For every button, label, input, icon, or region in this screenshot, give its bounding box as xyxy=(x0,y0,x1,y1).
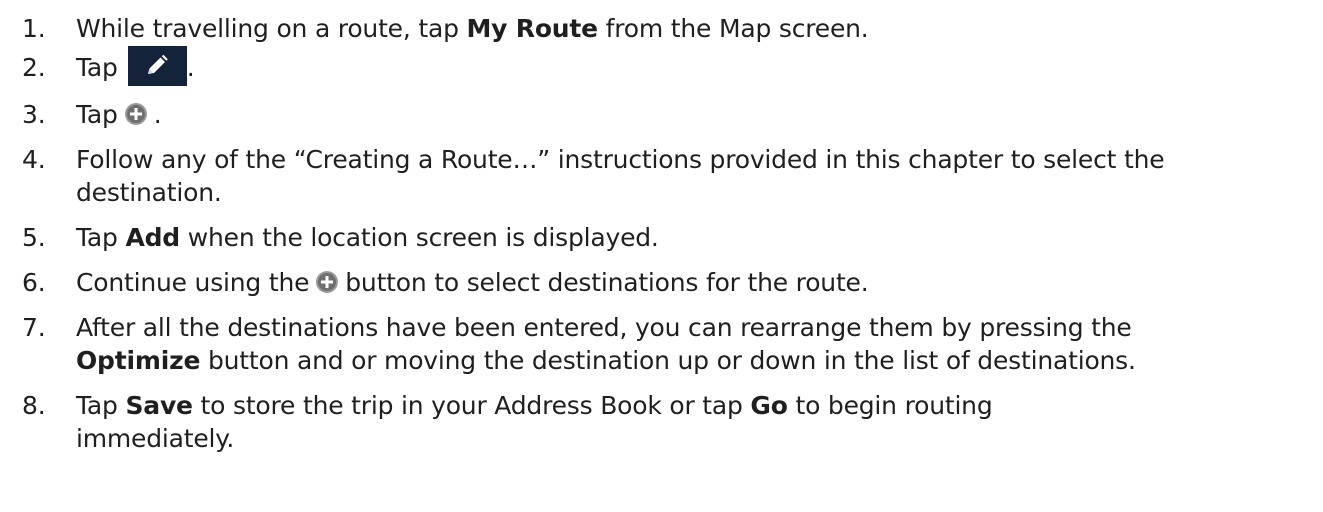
step-text: button and or moving the destination up … xyxy=(200,346,1136,375)
step-1: 1. While travelling on a route, tap My R… xyxy=(0,12,1323,45)
bold-term: Add xyxy=(125,223,181,252)
step-4: 4. Follow any of the “Creating a Route…”… xyxy=(0,143,1323,209)
step-text: Tap xyxy=(76,223,126,252)
step-text: After all the destinations have been ent… xyxy=(76,313,1132,342)
step-text: Tap xyxy=(76,100,118,129)
step-number: 3. xyxy=(22,100,46,129)
step-number: 4. xyxy=(22,145,46,174)
step-text: button to select destinations for the ro… xyxy=(345,268,869,297)
step-text: Continue using the xyxy=(76,268,310,297)
step-2: 2. Tap. xyxy=(0,46,1323,86)
step-number: 7. xyxy=(22,313,46,342)
step-text: to store the trip in your Address Book o… xyxy=(192,391,751,420)
step-text: . xyxy=(186,53,195,82)
step-text: immediately. xyxy=(76,424,235,453)
step-number: 8. xyxy=(22,391,46,420)
step-text: Tap xyxy=(76,53,118,82)
plus-circle-icon xyxy=(315,270,339,294)
pencil-edit-icon xyxy=(127,46,187,86)
step-text: While travelling on a route, tap xyxy=(76,14,467,43)
step-number: 5. xyxy=(22,223,46,252)
step-7: 7. After all the destinations have been … xyxy=(0,311,1323,377)
step-text: from the Map screen. xyxy=(597,14,869,43)
bold-term: Go xyxy=(750,391,788,420)
step-6: 6. Continue using the button to select de… xyxy=(0,266,1323,299)
bold-term: Save xyxy=(125,391,193,420)
step-number: 6. xyxy=(22,268,46,297)
step-text: destination. xyxy=(76,178,222,207)
step-text: to begin routing xyxy=(787,391,993,420)
step-3: 3. Tap. xyxy=(0,98,1323,131)
step-number: 2. xyxy=(22,53,46,82)
plus-circle-icon xyxy=(124,102,148,126)
step-text: . xyxy=(153,100,162,129)
step-text: when the location screen is displayed. xyxy=(180,223,659,252)
bold-term: Optimize xyxy=(76,346,201,375)
step-5: 5. Tap Add when the location screen is d… xyxy=(0,221,1323,254)
step-number: 1. xyxy=(22,14,46,43)
bold-term: My Route xyxy=(466,14,599,43)
step-text: Follow any of the “Creating a Route…” in… xyxy=(76,145,1165,174)
instruction-list: 1. While travelling on a route, tap My R… xyxy=(0,0,1323,467)
step-text: Tap xyxy=(76,391,126,420)
step-8: 8. Tap Save to store the trip in your Ad… xyxy=(0,389,1323,455)
